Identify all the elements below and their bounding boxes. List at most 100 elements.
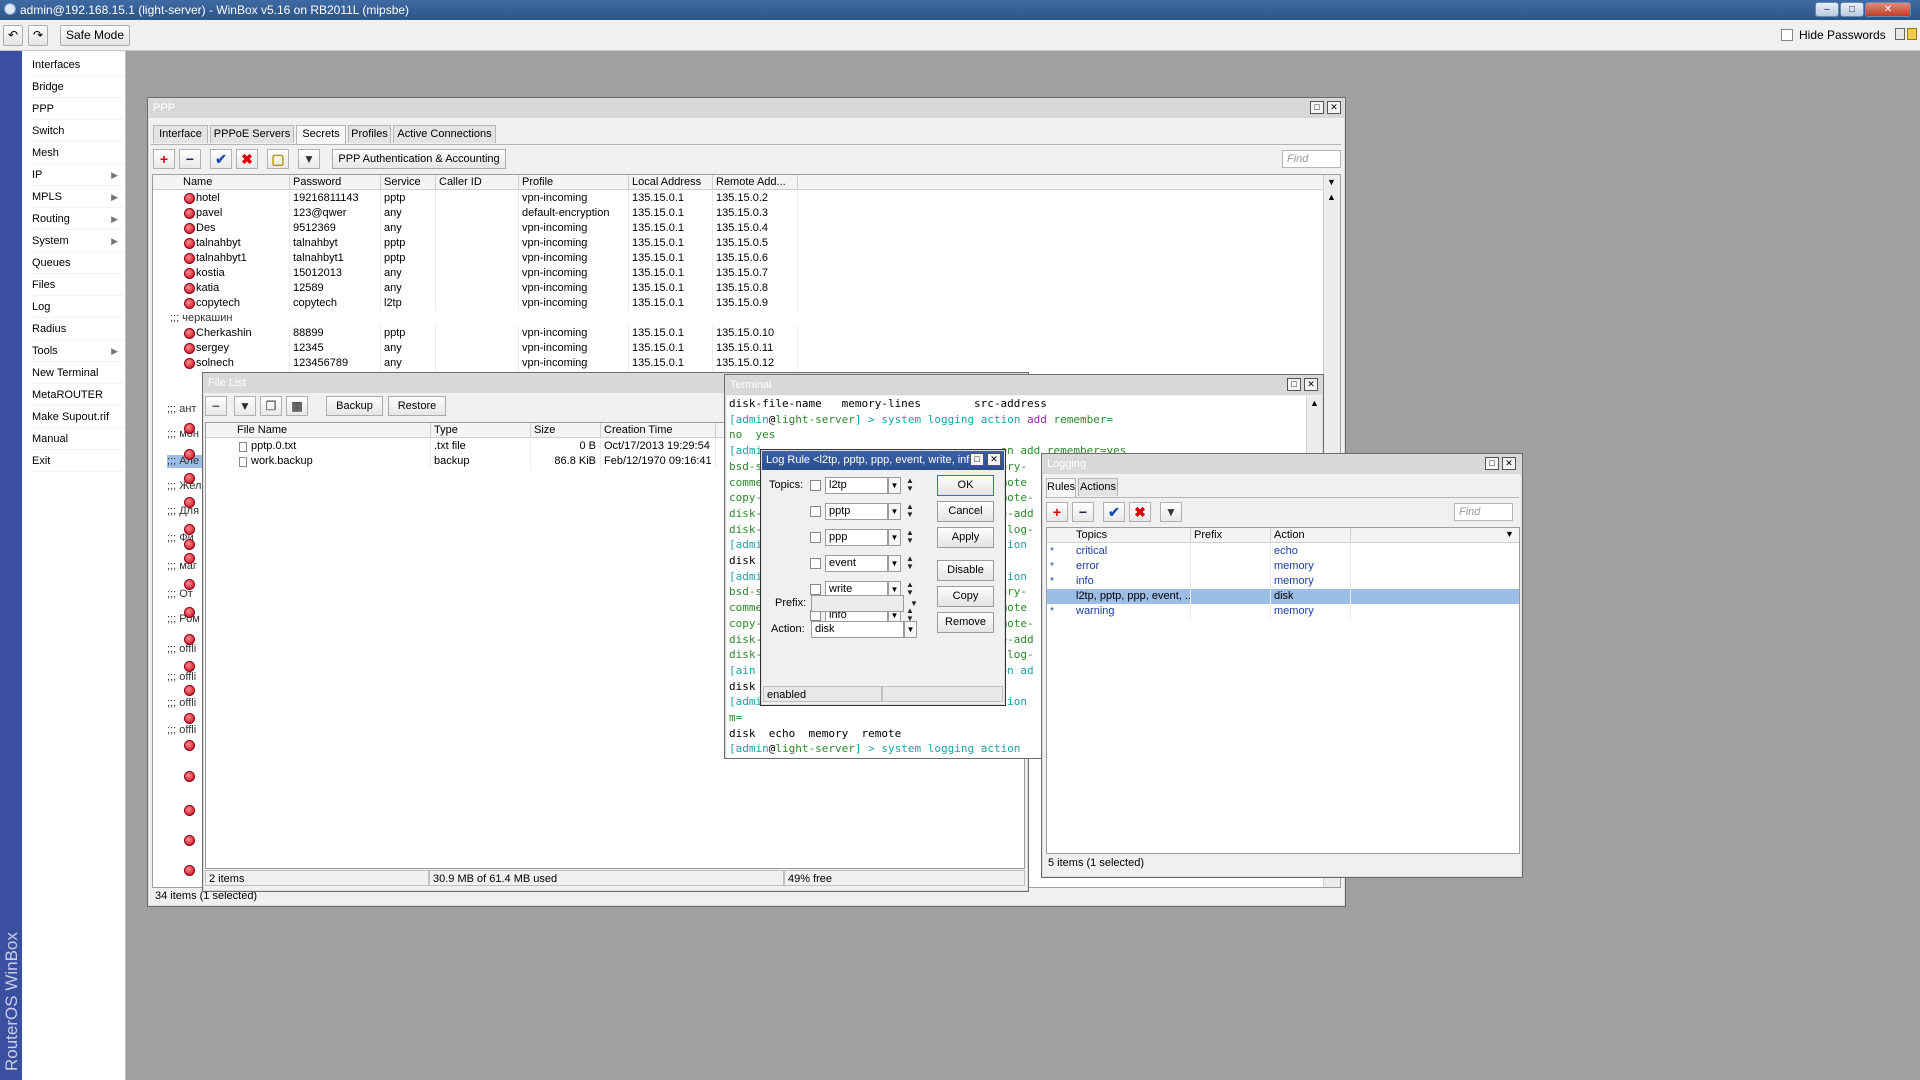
sidebar-item-routing[interactable]: Routing ▶	[32, 208, 124, 230]
undo-button[interactable]: ↶	[3, 25, 23, 46]
column-header[interactable]: Local Address	[629, 175, 713, 190]
topic-field[interactable]: l2tp	[825, 477, 888, 494]
disable-button[interactable]: Disable	[937, 560, 994, 581]
scroll-up-icon[interactable]: ▲	[1310, 398, 1319, 408]
tab-active-connections[interactable]: Active Connections	[393, 125, 496, 143]
remove-button[interactable]: Remove	[937, 612, 994, 633]
table-row[interactable]: copytech copytech l2tp vpn-incoming 135.15.0…	[153, 296, 1340, 311]
disable-x-icon[interactable]: ✖	[1129, 502, 1151, 522]
tab-pppoe-servers[interactable]: PPPoE Servers	[210, 125, 294, 143]
apply-button[interactable]: Apply	[937, 527, 994, 548]
topic-dropdown-icon[interactable]: ▼	[888, 503, 901, 520]
sidebar-item-exit[interactable]: Exit	[32, 450, 124, 472]
prefix-dropdown-icon[interactable]: ▼	[909, 595, 919, 612]
column-header[interactable]: Size	[531, 423, 601, 438]
sidebar-item-files[interactable]: Files	[32, 274, 124, 296]
table-row[interactable]: * info memory	[1047, 574, 1519, 589]
topic-field[interactable]: event	[825, 555, 888, 572]
remove-icon[interactable]: −	[205, 396, 227, 416]
topic-checkbox[interactable]	[810, 506, 821, 517]
sidebar-item-mesh[interactable]: Mesh	[32, 142, 124, 164]
comment-row[interactable]: ;;; черкашин	[153, 311, 1340, 326]
column-header[interactable]: Profile	[519, 175, 629, 190]
table-row[interactable]: * warning memory	[1047, 604, 1519, 619]
safe-mode-button[interactable]: Safe Mode	[60, 25, 130, 46]
filter-icon[interactable]: ▼	[1160, 502, 1182, 522]
column-header[interactable]: File Name	[234, 423, 431, 438]
ppp-find-input[interactable]: Find	[1282, 150, 1341, 168]
copy-button[interactable]: Copy	[937, 586, 994, 607]
backup-button[interactable]: Backup	[326, 396, 383, 416]
sidebar-item-make-supout-rif[interactable]: Make Supout.rif	[32, 406, 124, 428]
action-field[interactable]: disk	[811, 621, 904, 638]
table-row[interactable]: pavel 123@qwer any default-encryption 135.15…	[153, 206, 1340, 221]
column-header[interactable]: Name	[180, 175, 290, 190]
tab-profiles[interactable]: Profiles	[348, 125, 391, 143]
tab-secrets[interactable]: Secrets	[296, 125, 346, 145]
topic-field[interactable]: ppp	[825, 529, 888, 546]
topic-up-down-icon[interactable]: ▲ ▼	[905, 503, 915, 520]
sidebar-item-ppp[interactable]: PPP	[32, 98, 124, 120]
topic-up-down-icon[interactable]: ▲ ▼	[905, 555, 915, 572]
close-icon[interactable]: ✕	[1502, 457, 1516, 470]
table-row[interactable]: katia 12589 any vpn-incoming 135.15.0.1 135.1…	[153, 281, 1340, 296]
enable-check-icon[interactable]: ✔	[210, 149, 232, 169]
close-icon[interactable]: ✕	[987, 453, 1001, 466]
table-row[interactable]: sergey 12345 any vpn-incoming 135.15.0.1 135.…	[153, 341, 1340, 356]
table-row[interactable]: * critical echo	[1047, 544, 1519, 559]
table-row[interactable]: hotel 19216811143 pptp vpn-incoming 135.15.0…	[153, 191, 1340, 206]
table-row[interactable]: kostia 15012013 any vpn-incoming 135.15.0.1 1…	[153, 266, 1340, 281]
maximize-button[interactable]: □	[1840, 2, 1864, 17]
maximize-icon[interactable]: □	[1485, 457, 1499, 470]
terminal-title-bar[interactable]: Terminal	[726, 376, 1322, 395]
column-header[interactable]: Prefix	[1191, 528, 1271, 543]
column-header[interactable]: Password	[290, 175, 381, 190]
topic-checkbox[interactable]	[810, 584, 821, 595]
table-row[interactable]: talnahbyt talnahbyt pptp vpn-incoming 135.15…	[153, 236, 1340, 251]
close-icon[interactable]: ✕	[1304, 378, 1318, 391]
sidebar-item-ip[interactable]: IP ▶	[32, 164, 124, 186]
column-header[interactable]: Type	[431, 423, 531, 438]
column-header[interactable]: Topics	[1073, 528, 1191, 543]
sidebar-item-radius[interactable]: Radius	[32, 318, 124, 340]
sidebar-item-mpls[interactable]: MPLS ▶	[32, 186, 124, 208]
column-header[interactable]: Creation Time	[601, 423, 716, 438]
comment-icon[interactable]: ▢	[267, 149, 289, 169]
table-row[interactable]: Des 9512369 any vpn-incoming 135.15.0.1 135.1…	[153, 221, 1340, 236]
disable-x-icon[interactable]: ✖	[236, 149, 258, 169]
column-header[interactable]: Remote Add...	[713, 175, 798, 190]
sidebar-item-system[interactable]: System ▶	[32, 230, 124, 252]
column-header[interactable]: Service	[381, 175, 436, 190]
filter-icon[interactable]: ▼	[234, 396, 256, 416]
column-header[interactable]: Action	[1271, 528, 1351, 543]
add-icon[interactable]: +	[153, 149, 175, 169]
minimize-button[interactable]: –	[1815, 2, 1839, 17]
topic-field[interactable]: pptp	[825, 503, 888, 520]
cancel-button[interactable]: Cancel	[937, 501, 994, 522]
close-icon[interactable]: ✕	[1327, 101, 1341, 114]
sidebar-item-switch[interactable]: Switch	[32, 120, 124, 142]
table-row[interactable]: * error memory	[1047, 559, 1519, 574]
prefix-field[interactable]	[811, 595, 904, 612]
add-icon[interactable]: +	[1046, 502, 1068, 522]
sidebar-item-tools[interactable]: Tools ▶	[32, 340, 124, 362]
maximize-icon[interactable]: □	[1310, 101, 1324, 114]
topic-dropdown-icon[interactable]: ▼	[888, 555, 901, 572]
topic-checkbox[interactable]	[810, 558, 821, 569]
tab-rules[interactable]: Rules	[1046, 478, 1076, 498]
logging-find-input[interactable]: Find	[1454, 503, 1513, 521]
sidebar-item-bridge[interactable]: Bridge	[32, 76, 124, 98]
close-window-button[interactable]: ✕	[1865, 2, 1911, 17]
topic-up-down-icon[interactable]: ▲ ▼	[905, 529, 915, 546]
maximize-icon[interactable]: □	[970, 453, 984, 466]
table-row[interactable]: Cherkashin 88899 pptp vpn-incoming 135.15.0.…	[153, 326, 1340, 341]
remove-icon[interactable]: −	[179, 149, 201, 169]
topic-up-down-icon[interactable]: ▲ ▼	[905, 477, 915, 494]
tab-actions[interactable]: Actions	[1078, 478, 1118, 496]
topic-dropdown-icon[interactable]: ▼	[888, 529, 901, 546]
ok-button[interactable]: OK	[937, 475, 994, 496]
action-dropdown-icon[interactable]: ▼	[904, 621, 917, 638]
topic-dropdown-icon[interactable]: ▼	[888, 477, 901, 494]
ppp-auth-accounting-button[interactable]: PPP Authentication & Accounting	[332, 149, 506, 169]
topic-checkbox[interactable]	[810, 480, 821, 491]
